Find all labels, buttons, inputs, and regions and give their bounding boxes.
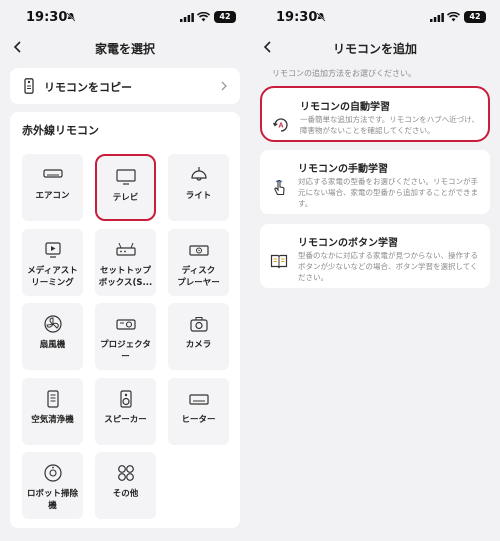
- option-title: リモコンの自動学習: [300, 102, 390, 113]
- option-description: 対応する家電の型番をお選びください。リモコンが手元にない場合、家電の型番から追加…: [298, 177, 478, 208]
- camera-icon: [189, 317, 208, 332]
- appliance-tile-label: テレビ: [112, 193, 139, 203]
- appliance-tile-robot-vacuum[interactable]: ロボット掃除 機: [22, 452, 83, 519]
- appliance-tile-label: スピーカー: [104, 415, 147, 425]
- appliance-tile-label: プロジェクタ ー: [100, 340, 151, 362]
- light-icon: [190, 167, 207, 181]
- appliance-tile-camera[interactable]: カメラ: [168, 303, 229, 370]
- appliance-tile-set-top-box[interactable]: セットトップ ボックス(S...: [95, 229, 156, 296]
- appliance-tile-label: ディスク プレーヤー: [177, 266, 220, 288]
- appliance-tile-label: メディアスト リーミング: [27, 266, 78, 288]
- manual-learn-option[interactable]: リモコンの手動学習 対応する家電の型番をお選びください。リモコンが手元にない場合…: [260, 150, 490, 214]
- wifi-icon: [197, 12, 210, 22]
- nav-bar: リモコンを追加: [250, 34, 500, 62]
- other-icon: [117, 465, 134, 481]
- status-time: 19:30: [276, 10, 318, 25]
- tv-icon: [115, 169, 136, 185]
- ir-section-title: 赤外線リモコン: [22, 124, 99, 137]
- wifi-icon: [447, 12, 460, 22]
- nav-bar: 家電を選択: [0, 34, 250, 62]
- appliance-tile-projector[interactable]: プロジェクタ ー: [95, 303, 156, 370]
- status-bar: 19:30 42: [0, 0, 250, 34]
- projector-icon: [115, 319, 136, 330]
- status-bar: 19:30 42: [250, 0, 500, 34]
- robot-vacuum-icon: [43, 464, 62, 482]
- appliance-tile-other[interactable]: その他: [95, 452, 156, 519]
- option-title: リモコンのボタン学習: [298, 238, 398, 249]
- signal-icon: [180, 13, 194, 22]
- appliance-tile-label: カメラ: [185, 340, 212, 350]
- heater-icon: [188, 394, 209, 405]
- appliance-tile-media-streaming[interactable]: メディアスト リーミング: [22, 229, 83, 296]
- copy-remote-button[interactable]: リモコンをコピー: [10, 68, 240, 104]
- appliance-tile-label: 扇風機: [39, 340, 66, 350]
- button-learn-icon: [270, 254, 288, 269]
- appliance-tile-label: ヒーター: [181, 415, 216, 425]
- bell-muted-icon: [66, 12, 76, 22]
- appliance-tile-label: その他: [112, 489, 139, 499]
- page-title: リモコンを追加: [332, 42, 417, 56]
- option-title: リモコンの手動学習: [298, 164, 388, 175]
- appliance-tile-light[interactable]: ライト: [168, 154, 229, 221]
- add-method-hint: リモコンの追加方法をお選びください。: [272, 69, 416, 78]
- appliance-tile-label: セットトップ ボックス(S...: [98, 266, 153, 288]
- svg-text:A: A: [278, 123, 283, 130]
- air-purifier-icon: [46, 390, 59, 408]
- bell-muted-icon: [316, 12, 326, 22]
- appliance-tile-disc-player[interactable]: ディスク プレーヤー: [168, 229, 229, 296]
- appliance-tile-label: 空気清浄機: [31, 415, 74, 425]
- manual-learn-icon: [274, 179, 285, 196]
- speaker-icon: [119, 390, 132, 408]
- air-conditioner-icon: [42, 169, 63, 178]
- page-title: 家電を選択: [94, 42, 155, 56]
- appliance-tile-label: ロボット掃除 機: [26, 489, 78, 511]
- appliance-tile-label: エアコン: [35, 191, 70, 201]
- battery-indicator: 42: [214, 11, 236, 23]
- appliance-tile-label: ライト: [185, 191, 212, 201]
- appliance-tile-heater[interactable]: ヒーター: [168, 378, 229, 445]
- option-description: 一番簡単な追加方法です。リモコンをハブへ近づけ、障害物がないことを確認してくださ…: [300, 115, 479, 135]
- appliance-tile-speaker[interactable]: スピーカー: [95, 378, 156, 445]
- disc-player-icon: [188, 245, 209, 256]
- appliance-tile-fan[interactable]: 扇風機: [22, 303, 83, 370]
- select-appliance-screen: 19:30 42 家電を選択 リモコンをコピー 赤外線リモコン エアコン テレビ…: [0, 0, 250, 541]
- appliance-tile-tv[interactable]: テレビ: [95, 154, 156, 221]
- add-remote-screen: 19:30 42 リモコンを追加 リモコンの追加方法をお選びください。 A リモ…: [250, 0, 500, 541]
- set-top-box-icon: [115, 242, 136, 256]
- fan-icon: [43, 315, 62, 333]
- battery-indicator: 42: [464, 11, 486, 23]
- media-streaming-icon: [44, 242, 61, 258]
- button-learn-option[interactable]: リモコンのボタン学習 型番のなかに対応する家電が見つからない、操作するボタンが少…: [260, 224, 490, 288]
- copy-remote-label: リモコンをコピー: [44, 81, 132, 94]
- remote-icon: [24, 78, 34, 94]
- auto-learn-icon: A: [272, 118, 288, 132]
- appliance-tile-air-conditioner[interactable]: エアコン: [22, 154, 83, 221]
- option-description: 型番のなかに対応する家電が見つからない、操作するボタンが少ないなどの場合、ボタン…: [298, 251, 478, 282]
- status-time: 19:30: [26, 10, 68, 25]
- auto-learn-option[interactable]: A リモコンの自動学習 一番簡単な追加方法です。リモコンをハブへ近づけ、障害物が…: [260, 86, 490, 142]
- signal-icon: [430, 13, 444, 22]
- chevron-right-icon: [221, 81, 227, 91]
- appliance-tile-air-purifier[interactable]: 空気清浄機: [22, 378, 83, 445]
